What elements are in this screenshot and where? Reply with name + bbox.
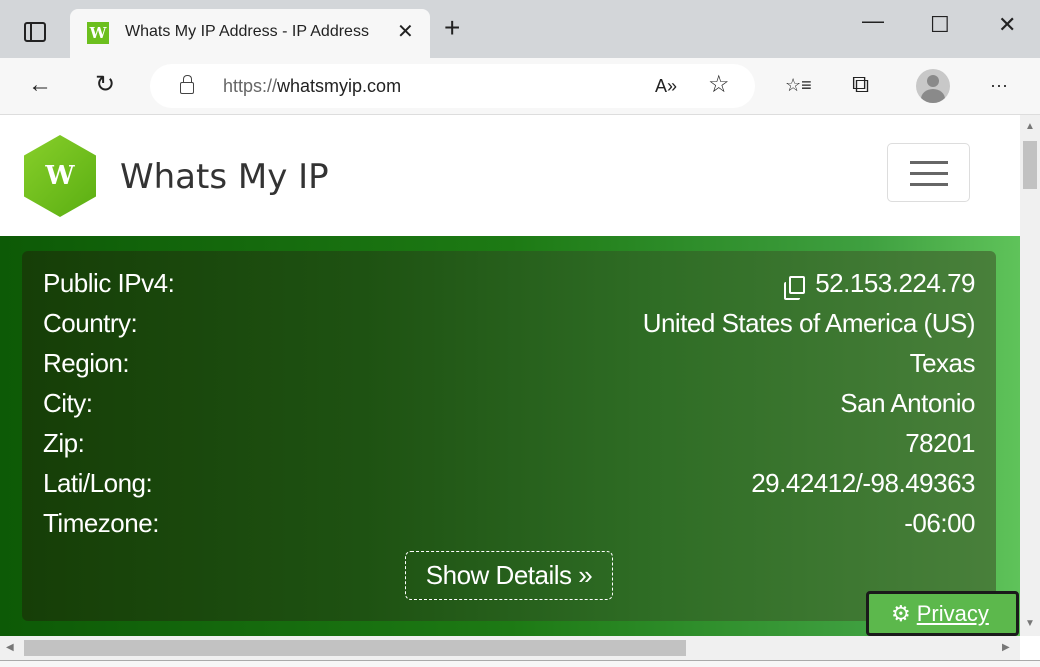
more-menu-icon[interactable]: ···: [990, 72, 1008, 98]
site-brand[interactable]: Whats My IP: [120, 157, 329, 197]
scroll-up-icon[interactable]: ▲: [1025, 121, 1035, 132]
window-bottom-edge: [0, 660, 1040, 667]
vertical-scroll-thumb[interactable]: [1023, 141, 1037, 189]
info-row-timezone: Timezone: -06:00: [43, 508, 975, 538]
info-row-city: City: San Antonio: [43, 388, 975, 418]
tab-title: Whats My IP Address - IP Address: [125, 23, 369, 40]
hamburger-menu-button[interactable]: [887, 143, 970, 202]
profile-avatar[interactable]: [916, 69, 950, 103]
copy-icon[interactable]: [784, 276, 806, 300]
back-button[interactable]: ←: [28, 72, 52, 98]
info-row-latlong: Lati/Long: 29.42412/-98.49363: [43, 468, 975, 498]
favorites-icon[interactable]: ☆≡: [785, 72, 812, 98]
scroll-right-icon[interactable]: ▶: [1002, 642, 1010, 653]
site-header: W Whats My IP: [0, 115, 1020, 236]
maximize-button[interactable]: ☐: [930, 12, 950, 38]
new-tab-button[interactable]: +: [444, 14, 460, 42]
sidebar-toggle-icon[interactable]: [24, 22, 46, 42]
favicon-icon: W: [87, 22, 109, 44]
close-window-button[interactable]: ✕: [998, 12, 1016, 38]
privacy-button[interactable]: ⚙ Privacy: [866, 591, 1019, 636]
info-row-country: Country: United States of America (US): [43, 308, 976, 338]
site-logo[interactable]: W: [24, 135, 96, 217]
page-viewport: W Whats My IP Public IPv4: 52.153.224.79 …: [0, 115, 1020, 636]
horizontal-scrollbar[interactable]: ◀ ▶: [0, 636, 1020, 660]
info-row-region: Region: Texas: [43, 348, 976, 378]
ip-info-section: Public IPv4: 52.153.224.79 Country: United…: [0, 236, 1020, 636]
info-row-ipv4: Public IPv4: 52.153.224.79: [43, 268, 975, 300]
show-details-button[interactable]: Show Details »: [405, 551, 613, 600]
collections-icon[interactable]: ⧉: [852, 72, 869, 98]
tab-strip: W Whats My IP Address - IP Address ✕ + —…: [0, 0, 1040, 58]
browser-toolbar: ← ↻ https://whatsmyip.com A» ☆ ☆≡ ⧉ ···: [0, 58, 1040, 115]
tab-close-icon[interactable]: ✕: [397, 19, 414, 44]
active-tab[interactable]: W Whats My IP Address - IP Address ✕: [70, 9, 430, 58]
add-favorite-icon[interactable]: ☆: [708, 72, 730, 98]
lock-icon[interactable]: [180, 75, 194, 94]
vertical-scrollbar[interactable]: ▲ ▼: [1020, 115, 1040, 636]
gear-icon: ⚙: [891, 601, 911, 626]
read-aloud-icon[interactable]: A»: [655, 73, 677, 99]
scroll-down-icon[interactable]: ▼: [1025, 618, 1035, 629]
url-text: https://whatsmyip.com: [223, 76, 402, 96]
ip-info-card: Public IPv4: 52.153.224.79 Country: United…: [22, 251, 996, 621]
scroll-left-icon[interactable]: ◀: [6, 642, 14, 653]
refresh-button[interactable]: ↻: [95, 72, 115, 98]
minimize-button[interactable]: —: [862, 8, 884, 34]
info-row-zip: Zip: 78201: [43, 428, 975, 458]
address-bar[interactable]: https://whatsmyip.com A» ☆: [150, 64, 755, 108]
horizontal-scroll-thumb[interactable]: [24, 640, 686, 656]
